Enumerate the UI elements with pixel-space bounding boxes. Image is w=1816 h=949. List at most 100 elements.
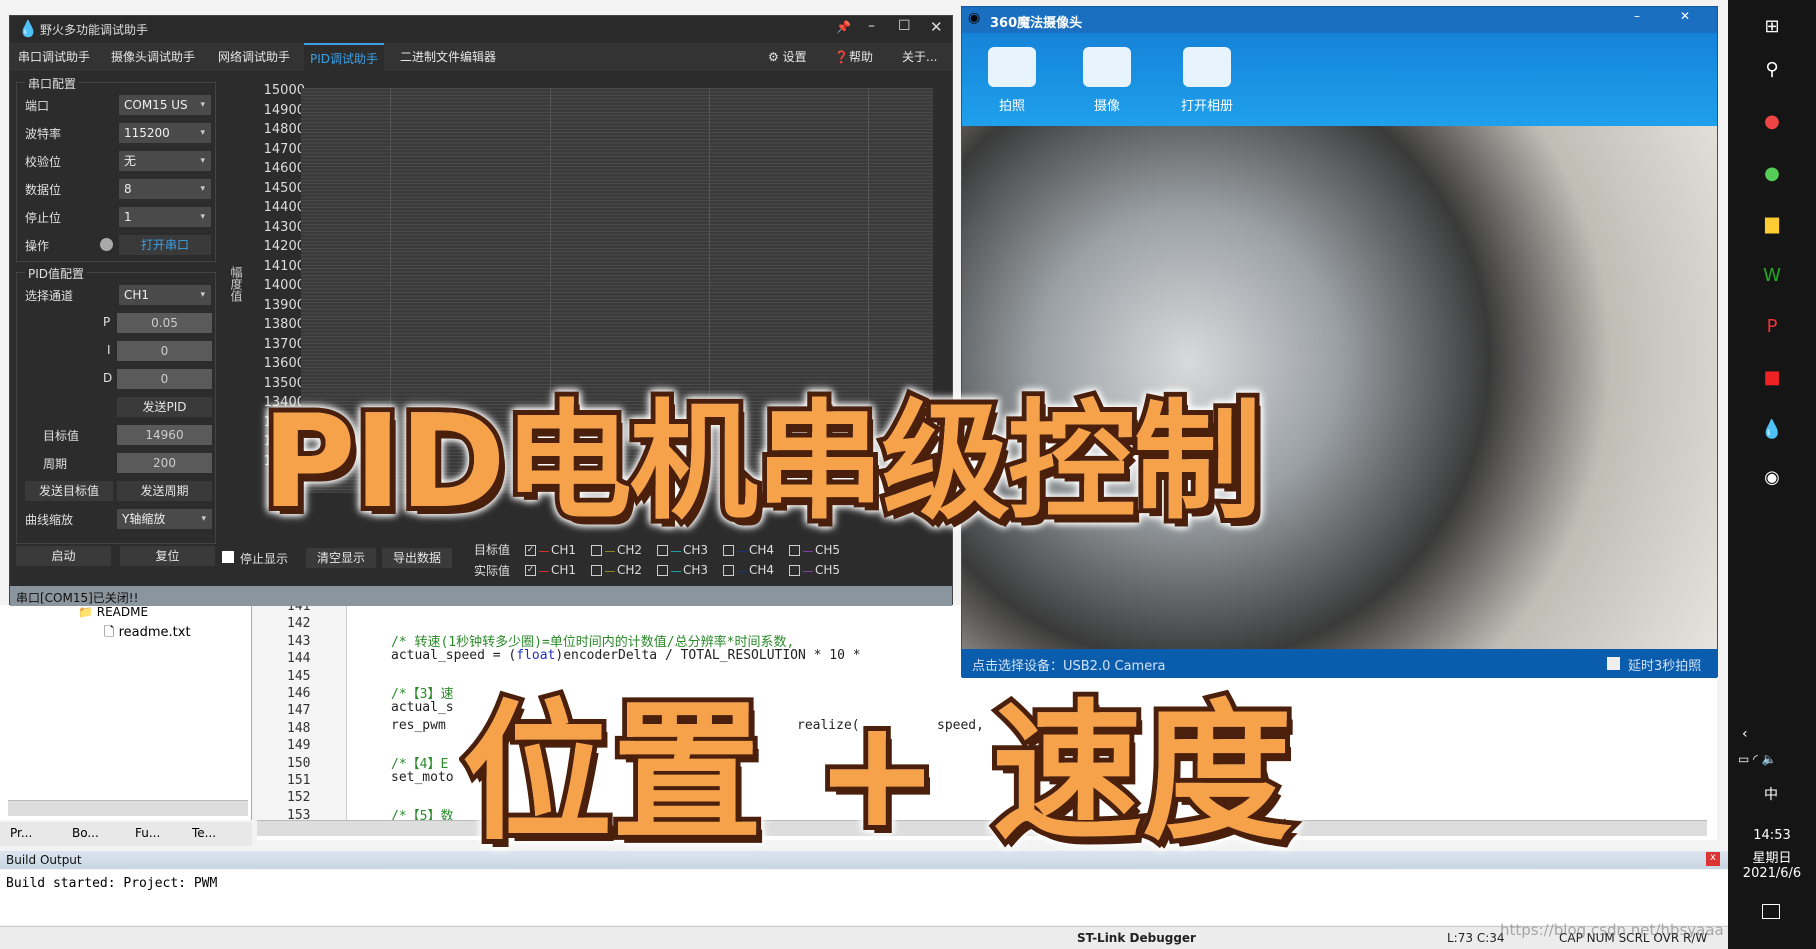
i-input[interactable]: 0 xyxy=(117,341,212,361)
open-album-button[interactable]: 打开相册 xyxy=(1167,47,1247,114)
channel-checkbox[interactable] xyxy=(723,565,734,576)
channel-checkbox[interactable] xyxy=(723,545,734,556)
tree-item-readme-folder[interactable]: 📁 README xyxy=(78,605,148,619)
channel-label: CH1 xyxy=(551,563,577,577)
channel-checkbox[interactable] xyxy=(591,545,602,556)
ime-indicator[interactable]: 中 xyxy=(1764,784,1778,804)
youdao-icon[interactable]: ■ xyxy=(1760,366,1784,390)
tray-chevron-icon[interactable]: ‹ xyxy=(1742,726,1748,742)
wps-sheet-icon[interactable]: W xyxy=(1760,264,1784,288)
minimize-button[interactable]: – xyxy=(868,18,875,34)
photo-button[interactable]: 拍照 xyxy=(977,47,1047,114)
parity-select[interactable]: 无 xyxy=(119,151,211,171)
port-select[interactable]: COM15 US xyxy=(119,95,211,115)
actual-row-label: 实际值 xyxy=(474,564,511,578)
channel-color-swatch xyxy=(671,571,681,572)
send-target-button[interactable]: 发送目标值 xyxy=(25,481,113,501)
record-button[interactable]: 摄像 xyxy=(1072,47,1142,114)
gear-icon: ⚙ xyxy=(768,50,783,64)
databits-select[interactable]: 8 xyxy=(119,179,211,199)
windows-start-icon[interactable]: ⊞ xyxy=(1760,15,1784,39)
baud-label: 波特率 xyxy=(25,127,62,141)
y-tick-label: 14200 xyxy=(263,239,305,254)
channel-checkbox[interactable] xyxy=(657,545,668,556)
chrome-icon[interactable]: ● xyxy=(1760,110,1784,134)
tab-functions[interactable]: Fu... xyxy=(135,826,160,840)
tab-binary-editor[interactable]: 二进制文件编辑器 xyxy=(394,43,502,71)
pin-icon[interactable]: 📌 xyxy=(836,20,851,34)
delay-checkbox[interactable] xyxy=(1607,657,1620,670)
tree-item-readme-txt[interactable]: 🗋 readme.txt xyxy=(104,623,191,645)
camera-toolbar: 拍照 摄像 打开相册 xyxy=(962,33,1717,126)
send-pid-button[interactable]: 发送PID xyxy=(117,397,212,417)
channel-checkbox[interactable]: ✓ xyxy=(525,545,536,556)
export-data-button[interactable]: 导出数据 xyxy=(382,548,452,568)
tab-project[interactable]: Pr... xyxy=(10,826,32,840)
pid-config-group: PID值配置 选择通道 CH1 P 0.05 I 0 D 0 发送PID 目标值… xyxy=(16,265,216,544)
settings-button[interactable]: ⚙ 设置 xyxy=(762,43,813,71)
notification-icon[interactable] xyxy=(1762,904,1780,919)
close-button[interactable]: ✕ xyxy=(930,18,943,36)
build-output: Build started: Project: PWM xyxy=(0,870,1728,925)
y-tick-label: 14400 xyxy=(263,200,305,215)
tab-camera[interactable]: 摄像头调试助手 xyxy=(105,43,201,71)
tray-icons[interactable]: ▭ ◜ 🔈 xyxy=(1738,752,1777,766)
channel-checkbox[interactable] xyxy=(657,565,668,576)
watermark: https://blog.csdn.net/hbsyaaa xyxy=(1500,921,1724,939)
group-title: PID值配置 xyxy=(25,265,88,282)
tab-books[interactable]: Bo... xyxy=(72,826,99,840)
port-label: 端口 xyxy=(25,99,50,113)
group-title: 串口配置 xyxy=(25,75,80,92)
channel-color-swatch xyxy=(605,571,615,572)
browser-icon[interactable]: ● xyxy=(1760,162,1784,186)
ide-status-bar: ST-Link Debugger L:73 C:34 CAP NUM SCRL … xyxy=(0,921,1728,949)
channel-label: CH5 xyxy=(815,563,841,577)
wps-ppt-icon[interactable]: P xyxy=(1760,315,1784,339)
help-button[interactable]: ❓帮助 xyxy=(828,43,879,71)
databits-label: 数据位 xyxy=(25,183,62,197)
d-input[interactable]: 0 xyxy=(117,369,212,389)
maximize-button[interactable]: ☐ xyxy=(898,18,911,34)
close-button[interactable]: ✕ xyxy=(1680,9,1690,23)
channel-select[interactable]: CH1 xyxy=(119,285,211,305)
i-label: I xyxy=(107,343,111,357)
delay-label: 延时3秒拍照 xyxy=(1628,659,1702,674)
minimize-button[interactable]: – xyxy=(1634,9,1640,23)
clear-display-button[interactable]: 清空显示 xyxy=(306,548,376,568)
help-label: 帮助 xyxy=(848,50,873,64)
close-icon[interactable]: x xyxy=(1706,852,1720,866)
about-button[interactable]: 关于... xyxy=(896,43,943,71)
stopbits-select[interactable]: 1 xyxy=(119,207,211,227)
target-input[interactable]: 14960 xyxy=(117,425,212,445)
tree-scrollbar[interactable] xyxy=(8,800,248,816)
channel-checkbox[interactable] xyxy=(789,545,800,556)
clock-time[interactable]: 14:53 xyxy=(1728,828,1816,843)
baud-select[interactable]: 115200 xyxy=(119,123,211,143)
window-title: 野火多功能调试助手 xyxy=(40,23,149,37)
fire-assistant-icon[interactable]: 💧 xyxy=(1760,418,1784,442)
channel-checkbox[interactable]: ✓ xyxy=(525,565,536,576)
channel-label: CH4 xyxy=(749,543,775,557)
channel-checkbox[interactable] xyxy=(789,565,800,576)
window-title: 360魔法摄像头 xyxy=(990,16,1083,31)
period-input[interactable]: 200 xyxy=(117,453,212,473)
reset-button[interactable]: 复位 xyxy=(120,546,215,566)
channel-label: CH2 xyxy=(617,543,643,557)
tab-templates[interactable]: Te... xyxy=(192,826,216,840)
send-period-button[interactable]: 发送周期 xyxy=(117,481,212,501)
search-icon[interactable]: ⚲ xyxy=(1760,58,1784,82)
y-tick-label: 15000 xyxy=(263,83,305,98)
open-port-button[interactable]: 打开串口 xyxy=(119,235,211,255)
channel-checkbox[interactable] xyxy=(591,565,602,576)
start-button[interactable]: 启动 xyxy=(16,546,111,566)
tab-pid[interactable]: PID调试助手 xyxy=(304,43,385,71)
file-explorer-icon[interactable]: ▆ xyxy=(1760,212,1784,236)
camera-app-icon[interactable]: ◉ xyxy=(1760,466,1784,490)
parity-label: 校验位 xyxy=(25,155,62,169)
tab-network[interactable]: 网络调试助手 xyxy=(212,43,296,71)
stop-display-checkbox[interactable] xyxy=(222,551,234,563)
status-bar: 串口[COM15]已关闭!! xyxy=(10,586,952,606)
p-input[interactable]: 0.05 xyxy=(117,313,212,333)
zoom-select[interactable]: Y轴缩放 xyxy=(117,509,212,529)
tab-serial[interactable]: 串口调试助手 xyxy=(12,43,96,71)
